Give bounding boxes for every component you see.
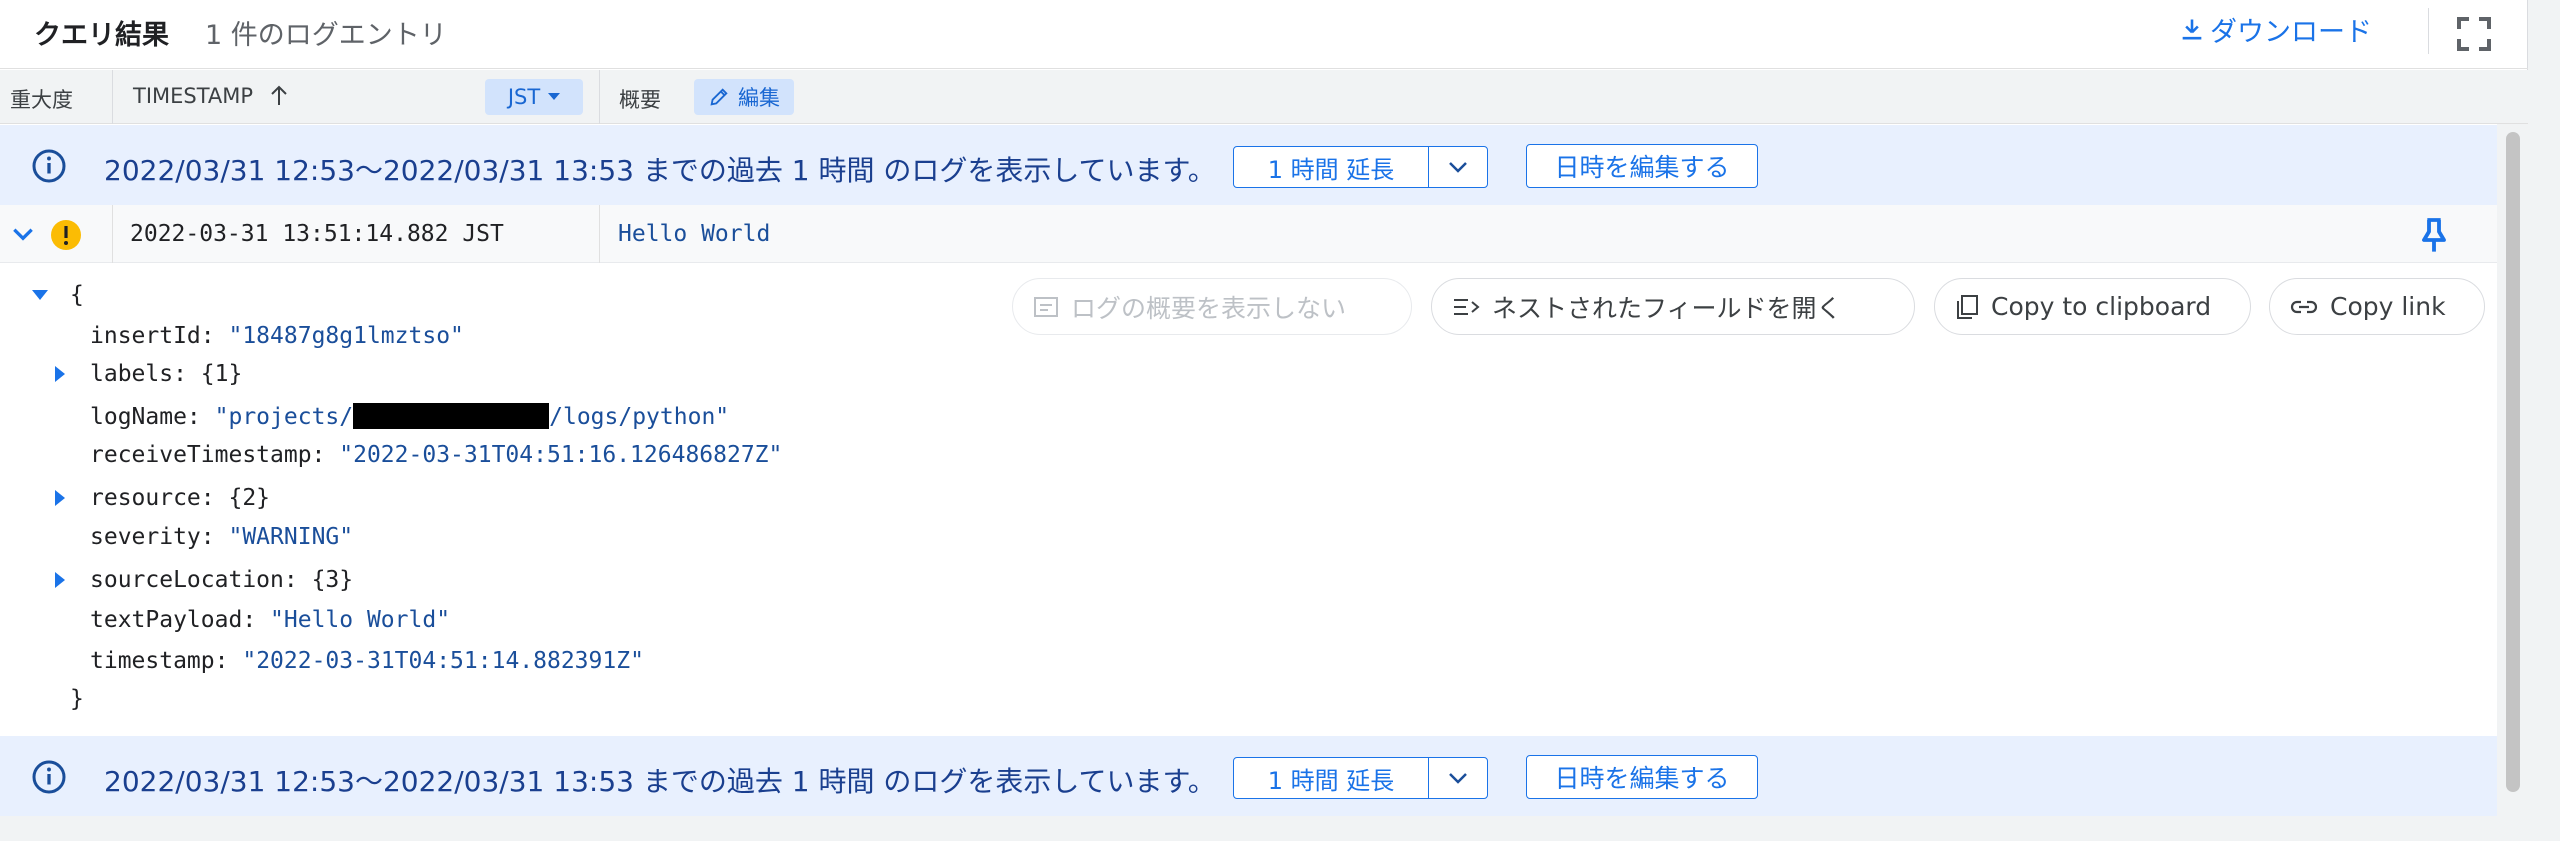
info-icon	[32, 149, 66, 183]
hide-summary-button[interactable]: ログの概要を表示しない	[1012, 278, 1412, 335]
json-field-textPayload: textPayload: "Hello World"	[90, 607, 451, 633]
chevron-down-icon	[1449, 773, 1467, 784]
scrollbar-thumb[interactable]	[2506, 132, 2520, 792]
extend-time-split-button: 1 時間 延長	[1233, 146, 1488, 188]
redacted-project-id	[353, 403, 550, 429]
log-entry-row[interactable]: 2022-03-31 13:51:14.882 JST Hello World	[0, 205, 2497, 263]
timezone-label: JST	[507, 85, 541, 109]
copy-icon	[1957, 294, 1978, 319]
column-divider	[112, 70, 113, 124]
query-results-panel: クエリ結果 1 件のログエントリ ダウンロード 重大度 TIMESTAMP JS…	[0, 0, 2528, 816]
expand-triangle-icon[interactable]	[55, 490, 65, 506]
entry-count: 1 件のログエントリ	[205, 20, 447, 51]
time-range-banner-top: 2022/03/31 12:53～2022/03/31 13:53 までの過去 …	[0, 125, 2497, 205]
column-header-row: 重大度 TIMESTAMP JST 概要 編集	[0, 70, 2528, 124]
json-open-brace: {	[70, 282, 84, 308]
download-icon	[2182, 19, 2202, 39]
json-field-logName: logName: "projects//logs/python"	[90, 403, 730, 430]
info-icon	[32, 760, 66, 794]
expand-nested-label: ネストされたフィールドを開く	[1492, 293, 1842, 323]
json-field-severity: severity: "WARNING"	[90, 524, 354, 550]
edit-summary-button[interactable]: 編集	[694, 79, 794, 115]
timezone-dropdown[interactable]: JST	[485, 79, 583, 115]
fullscreen-icon[interactable]	[2454, 14, 2494, 54]
json-field-receiveTimestamp: receiveTimestamp: "2022-03-31T04:51:16.1…	[90, 442, 783, 468]
summary-column-header: 概要	[619, 88, 661, 112]
extend-time-split-button: 1 時間 延長	[1233, 757, 1488, 799]
json-close-brace: }	[70, 686, 84, 712]
copy-link-button[interactable]: Copy link	[2269, 278, 2485, 335]
column-divider	[599, 205, 600, 263]
download-label: ダウンロード	[2210, 17, 2372, 48]
chevron-down-icon	[1449, 162, 1467, 173]
json-field-insertId: insertId: "18487g8g1lmztso"	[90, 323, 464, 349]
collapse-chevron-icon[interactable]	[10, 221, 36, 247]
collapse-triangle-icon[interactable]	[32, 290, 48, 300]
timestamp-column-header[interactable]: TIMESTAMP	[133, 84, 289, 108]
expand-triangle-icon[interactable]	[55, 366, 65, 382]
header-divider	[2428, 8, 2429, 54]
expand-fields-icon	[1454, 298, 1480, 315]
json-field-timestamp: timestamp: "2022-03-31T04:51:14.882391Z"	[90, 648, 644, 674]
results-title: クエリ結果	[34, 20, 169, 51]
pencil-icon	[710, 88, 728, 106]
extend-time-button[interactable]: 1 時間 延長	[1234, 147, 1429, 187]
severity-column-header[interactable]: 重大度	[10, 84, 73, 114]
column-divider	[599, 70, 600, 124]
extend-time-dropdown[interactable]	[1429, 758, 1487, 798]
summary-icon	[1034, 296, 1058, 317]
warning-icon	[51, 220, 81, 250]
sort-ascending-icon	[271, 85, 287, 105]
edit-label: 編集	[738, 86, 780, 110]
link-icon	[2290, 300, 2318, 313]
json-field-sourceLocation[interactable]: sourceLocation: {3}	[90, 565, 353, 595]
entry-summary: Hello World	[618, 221, 771, 247]
hide-summary-label: ログの概要を表示しない	[1071, 293, 1347, 323]
edit-datetime-button[interactable]: 日時を編集する	[1526, 755, 1758, 799]
download-button[interactable]: ダウンロード	[2178, 10, 2372, 49]
extend-time-dropdown[interactable]	[1429, 147, 1487, 187]
time-range-message: 2022/03/31 12:53～2022/03/31 13:53 までの過去 …	[104, 154, 1216, 187]
vertical-scrollbar[interactable]	[2497, 124, 2528, 814]
column-divider	[112, 205, 113, 263]
extend-time-button[interactable]: 1 時間 延長	[1234, 758, 1429, 798]
entry-timestamp: 2022-03-31 13:51:14.882 JST	[130, 221, 504, 247]
timestamp-column-label: TIMESTAMP	[133, 84, 254, 108]
caret-down-icon	[548, 93, 561, 100]
edit-datetime-button[interactable]: 日時を編集する	[1526, 144, 1758, 188]
expand-nested-fields-button[interactable]: ネストされたフィールドを開く	[1431, 278, 1915, 335]
copy-clipboard-label: Copy to clipboard	[1991, 292, 2212, 321]
time-range-banner-bottom: 2022/03/31 12:53～2022/03/31 13:53 までの過去 …	[0, 736, 2497, 816]
results-header: クエリ結果 1 件のログエントリ ダウンロード	[0, 0, 2528, 69]
copy-to-clipboard-button[interactable]: Copy to clipboard	[1934, 278, 2251, 335]
pin-icon[interactable]	[2414, 215, 2454, 255]
json-field-resource[interactable]: resource: {2}	[90, 483, 270, 513]
json-field-labels[interactable]: labels: {1}	[90, 359, 242, 389]
time-range-message: 2022/03/31 12:53～2022/03/31 13:53 までの過去 …	[104, 765, 1216, 798]
expand-triangle-icon[interactable]	[55, 572, 65, 588]
copy-link-label: Copy link	[2330, 292, 2446, 321]
